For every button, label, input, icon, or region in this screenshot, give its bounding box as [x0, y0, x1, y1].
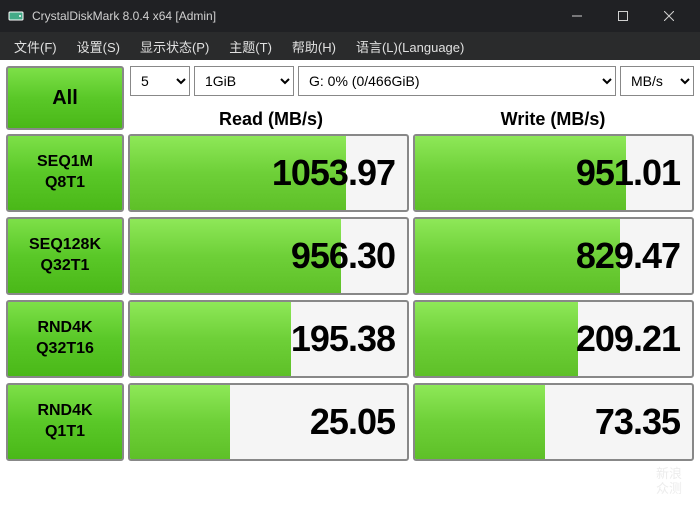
- read-value: 956.30: [291, 235, 395, 277]
- test-label-line1: SEQ128K: [29, 235, 101, 256]
- write-header: Write (MB/s): [412, 104, 694, 134]
- write-value: 829.47: [576, 235, 680, 277]
- test-row: SEQ1MQ8T1 1053.97 951.01: [6, 134, 694, 212]
- test-label-line1: RND4K: [37, 318, 92, 339]
- write-value-cell: 829.47: [413, 217, 694, 295]
- write-value-cell: 209.21: [413, 300, 694, 378]
- count-select[interactable]: 5: [130, 66, 190, 96]
- write-bar: [415, 385, 545, 459]
- unit-select[interactable]: MB/s: [620, 66, 694, 96]
- write-bar: [415, 302, 578, 376]
- menu-settings[interactable]: 设置(S): [67, 33, 130, 60]
- test-label-line2: Q1T1: [45, 422, 85, 443]
- read-value-cell: 956.30: [128, 217, 409, 295]
- app-icon: [8, 8, 24, 24]
- read-value: 1053.97: [272, 152, 395, 194]
- test-button-2[interactable]: RND4KQ32T16: [6, 300, 124, 378]
- test-row: RND4KQ1T1 25.05 73.35: [6, 383, 694, 461]
- read-bar: [130, 385, 230, 459]
- close-button[interactable]: [646, 0, 692, 32]
- test-label-line2: Q32T1: [41, 256, 90, 277]
- drive-select[interactable]: G: 0% (0/466GiB): [298, 66, 616, 96]
- menu-theme[interactable]: 主题(T): [219, 33, 282, 60]
- test-row: SEQ128KQ32T1 956.30 829.47: [6, 217, 694, 295]
- titlebar: CrystalDiskMark 8.0.4 x64 [Admin]: [0, 0, 700, 32]
- read-value-cell: 1053.97: [128, 134, 409, 212]
- write-value: 209.21: [576, 318, 680, 360]
- read-header: Read (MB/s): [130, 104, 412, 134]
- write-value-cell: 73.35: [413, 383, 694, 461]
- test-label-line2: Q32T16: [36, 339, 94, 360]
- read-value-cell: 25.05: [128, 383, 409, 461]
- test-button-1[interactable]: SEQ128KQ32T1: [6, 217, 124, 295]
- write-value: 73.35: [595, 401, 680, 443]
- window-title: CrystalDiskMark 8.0.4 x64 [Admin]: [32, 9, 554, 23]
- content-area: All 5 1GiB G: 0% (0/466GiB) MB/s Read (M…: [0, 60, 700, 510]
- minimize-button[interactable]: [554, 0, 600, 32]
- test-button-3[interactable]: RND4KQ1T1: [6, 383, 124, 461]
- read-value-cell: 195.38: [128, 300, 409, 378]
- read-value: 25.05: [310, 401, 395, 443]
- read-value: 195.38: [291, 318, 395, 360]
- menu-help[interactable]: 帮助(H): [282, 33, 346, 60]
- test-label-line2: Q8T1: [45, 173, 85, 194]
- test-button-0[interactable]: SEQ1MQ8T1: [6, 134, 124, 212]
- write-value-cell: 951.01: [413, 134, 694, 212]
- test-row: RND4KQ32T16 195.38 209.21: [6, 300, 694, 378]
- test-label-line1: SEQ1M: [37, 152, 93, 173]
- maximize-button[interactable]: [600, 0, 646, 32]
- menu-display[interactable]: 显示状态(P): [130, 33, 219, 60]
- size-select[interactable]: 1GiB: [194, 66, 294, 96]
- menu-language[interactable]: 语言(L)(Language): [346, 33, 474, 60]
- read-bar: [130, 302, 291, 376]
- menu-file[interactable]: 文件(F): [4, 33, 67, 60]
- menubar: 文件(F) 设置(S) 显示状态(P) 主题(T) 帮助(H) 语言(L)(La…: [0, 32, 700, 60]
- test-label-line1: RND4K: [37, 401, 92, 422]
- write-value: 951.01: [576, 152, 680, 194]
